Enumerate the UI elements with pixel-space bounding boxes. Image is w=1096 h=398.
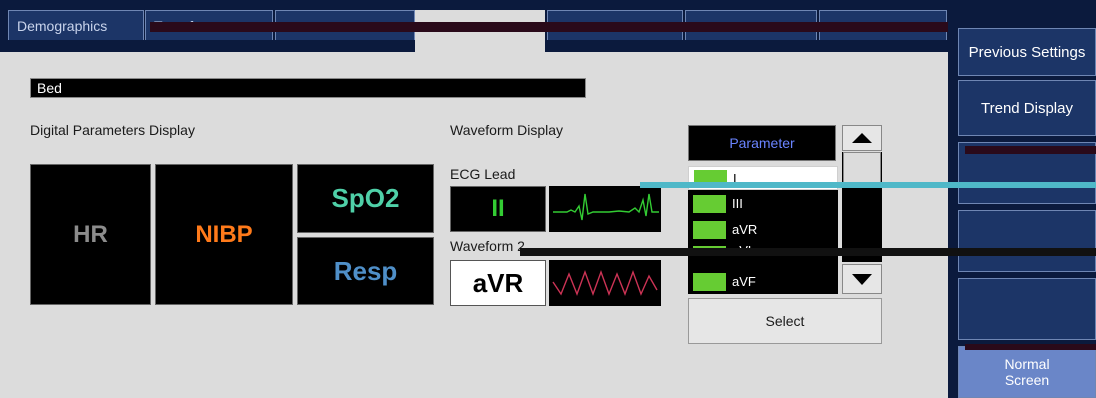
waveform2-button[interactable]: aVR (450, 260, 546, 306)
parameter-item-label: aVR (732, 222, 758, 237)
render-glitch-streak-cyan (640, 182, 1096, 188)
scroll-down-button[interactable] (842, 264, 882, 294)
hr-tile-label: HR (73, 220, 108, 248)
spo2-tile-label: SpO2 (331, 183, 400, 213)
ecg-lead-value: II (491, 195, 505, 222)
render-glitch-streak-dark (520, 248, 1096, 256)
tab-bar: Demographics Transfer Display (0, 0, 1096, 52)
spo2-tile[interactable]: SpO2 (297, 164, 434, 233)
scroll-thumb[interactable] (843, 152, 881, 186)
trend-display-label: Trend Display (981, 99, 1073, 117)
nibp-tile-label: NIBP (195, 220, 253, 248)
bed-field: Bed (30, 78, 586, 98)
ecg-waveform-preview (549, 186, 661, 232)
parameter-item-label: aVF (732, 274, 756, 289)
normal-screen-button[interactable]: Normal Screen (958, 346, 1096, 398)
digital-params-title: Digital Parameters Display (30, 122, 195, 138)
parameter-item-avf[interactable]: aVF (688, 270, 838, 294)
trend-display-button[interactable]: Trend Display (958, 80, 1096, 136)
parameter-item-avr[interactable]: aVR (688, 218, 838, 242)
render-glitch-bar (150, 22, 970, 32)
tab-demographics-label: Demographics (17, 18, 108, 34)
monitor-setup-screen: Demographics Transfer Display Bed Digita… (0, 0, 1096, 398)
tab-demographics[interactable]: Demographics (8, 10, 144, 40)
select-button-label: Select (765, 313, 805, 329)
swatch (693, 195, 726, 213)
hr-tile[interactable]: HR (30, 164, 151, 305)
normal-screen-label: Normal Screen (1004, 356, 1049, 388)
select-button[interactable]: Select (688, 298, 882, 344)
swatch (693, 221, 726, 239)
waveform2-label: Waveform 2 (450, 238, 525, 254)
resp-waveform-preview (549, 260, 661, 306)
render-glitch-streak-3 (965, 146, 1096, 154)
side-button-4[interactable] (958, 210, 1096, 272)
normal-screen-line1: Normal (1004, 356, 1050, 372)
scroll-down-arrow-icon (852, 274, 872, 285)
waveform2-value: aVR (472, 267, 524, 298)
previous-settings-label: Previous Settings (968, 43, 1086, 61)
parameter-item-iii[interactable]: III (688, 192, 838, 216)
parameter-header-label: Parameter (729, 135, 795, 151)
ecg-lead-label: ECG Lead (450, 166, 516, 182)
nibp-tile[interactable]: NIBP (155, 164, 293, 305)
parameter-item-label: III (732, 196, 743, 211)
resp-waveform-icon (552, 269, 658, 297)
parameter-list-header: Parameter (688, 125, 836, 161)
previous-settings-button[interactable]: Previous Settings (958, 28, 1096, 76)
side-button-5[interactable] (958, 278, 1096, 340)
resp-tile[interactable]: Resp (297, 237, 434, 305)
scroll-up-button[interactable] (842, 125, 882, 151)
resp-tile-label: Resp (333, 255, 398, 286)
normal-screen-line2: Screen (1004, 372, 1050, 388)
render-glitch-streak-4 (965, 344, 1096, 350)
bed-field-label: Bed (37, 80, 62, 96)
waveform-display-title: Waveform Display (450, 122, 564, 138)
ecg-waveform-icon (553, 193, 659, 221)
swatch (693, 273, 726, 291)
scroll-up-arrow-icon (852, 133, 872, 143)
ecg-lead-button[interactable]: II (450, 186, 546, 232)
